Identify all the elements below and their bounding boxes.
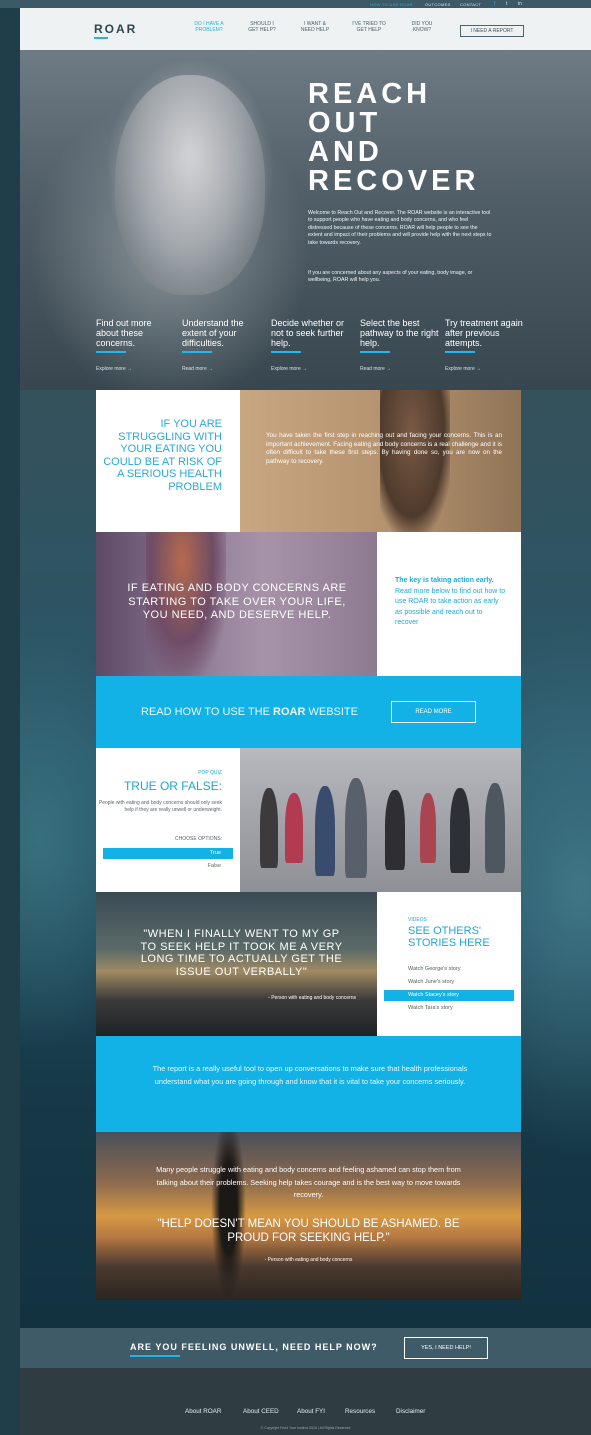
beach-sunset-panel: Many people struggle with eating and bod… xyxy=(96,1132,521,1300)
crowd-figure xyxy=(345,778,367,878)
quiz-tag: POP QUIZ xyxy=(198,770,222,776)
hero-intro-paragraph: Welcome to Reach Out and Recover. The RO… xyxy=(308,210,492,246)
hero-title: REACH OUT AND RECOVER xyxy=(308,78,480,197)
footer: About ROAR About CEED About FYI Resource… xyxy=(20,1368,591,1435)
how-to-use-text: READ HOW TO USE THE ROAR WEBSITE xyxy=(141,706,358,718)
take-action-text: The key is taking action early. Read mor… xyxy=(395,576,507,629)
top-utility-bar: HOW TO USE ROAR OUTCOMES CONTACT f t in xyxy=(0,0,591,8)
pillar-read-more-link[interactable]: Read more → xyxy=(360,366,391,372)
footer-link-about-fyi[interactable]: About FYI xyxy=(297,1408,325,1415)
pillar-underline xyxy=(360,351,390,353)
crowd-figure xyxy=(420,793,436,863)
report-info-text: The report is a really useful tool to op… xyxy=(152,1064,468,1086)
need-help-bar: ARE YOU FEELING UNWELL, NEED HELP NOW? Y… xyxy=(20,1328,591,1368)
footer-link-about-ceed[interactable]: About CEED xyxy=(243,1408,279,1415)
outcomes-link[interactable]: OUTCOMES xyxy=(425,2,451,7)
hero-concern-paragraph: If you are concerned about any aspects o… xyxy=(308,270,473,284)
quiz-question: People with eating and body concerns sho… xyxy=(98,800,222,814)
pillar-find-out-more: Find out more about these concerns. Expl… xyxy=(96,318,152,372)
be-proud-quote: "HELP DOESN'T MEAN YOU SHOULD BE ASHAMED… xyxy=(157,1218,460,1244)
pillar-select-pathway: Select the best pathway to the right hel… xyxy=(360,318,439,372)
contact-link[interactable]: CONTACT xyxy=(460,2,481,7)
quiz-choose-label: CHOOSE OPTIONS: xyxy=(175,836,222,842)
nav-item-did-you-know[interactable]: DID YOU KNOW? xyxy=(396,21,448,33)
video-link-george[interactable]: Watch George's story xyxy=(384,964,514,975)
crowd-figure xyxy=(260,788,278,868)
pillar-underline xyxy=(96,351,126,353)
nav-item-should-i-get-help[interactable]: SHOULD I GET HELP? xyxy=(236,21,288,33)
pop-quiz-panel: POP QUIZ TRUE OR FALSE: People with eati… xyxy=(96,748,240,892)
yes-i-need-help-button[interactable]: YES, I NEED HELP! xyxy=(404,1337,488,1359)
footer-link-resources[interactable]: Resources xyxy=(345,1408,375,1415)
nav-item-ive-tried-to-get-help[interactable]: I'VE TRIED TO GET HELP xyxy=(343,21,395,33)
video-link-june[interactable]: Watch June's story xyxy=(384,977,514,988)
pillar-underline xyxy=(182,351,212,353)
videos-panel: VIDEOS SEE OTHERS' STORIES HERE Watch Ge… xyxy=(377,892,521,1036)
how-to-use-banner: READ HOW TO USE THE ROAR WEBSITE READ MO… xyxy=(96,676,521,748)
crowd-photo xyxy=(240,748,521,892)
take-action-bold: The key is taking action early. xyxy=(395,577,494,584)
pillar-decide-whether: Decide whether or not to seek further he… xyxy=(271,318,345,372)
footer-link-about-roar[interactable]: About ROAR xyxy=(185,1408,221,1415)
take-action-panel: The key is taking action early. Read mor… xyxy=(377,532,521,676)
need-a-report-button[interactable]: I NEED A REPORT xyxy=(460,25,524,37)
pillar-underline xyxy=(445,351,475,353)
logo-underline xyxy=(94,37,108,39)
shame-text: Many people struggle with eating and bod… xyxy=(156,1165,461,1199)
boy-photo-panel: You have taken the first step in reachin… xyxy=(240,390,521,532)
crowd-figure xyxy=(450,788,470,873)
gp-quote: "WHEN I FINALLY WENT TO MY GP TO SEEK HE… xyxy=(140,928,343,978)
roar-logo[interactable]: ROAR xyxy=(94,22,137,36)
pillar-read-more-link[interactable]: Read more → xyxy=(182,366,213,372)
main-nav: ROAR DO I HAVE A PROBLEM? SHOULD I GET HEL… xyxy=(20,8,591,50)
video-link-tara[interactable]: Watch Tara's story xyxy=(384,1003,514,1014)
facebook-icon[interactable]: f xyxy=(494,1,495,7)
copyright-text: © Copyright Feed Your Instinct 2016 | Al… xyxy=(260,1426,351,1430)
report-info-banner: The report is a really useful tool to op… xyxy=(96,1036,521,1132)
take-action-body[interactable]: Read more below to find out how to use R… xyxy=(395,588,505,627)
read-more-button[interactable]: READ MORE xyxy=(391,701,476,723)
quiz-title: TRUE OR FALSE: xyxy=(123,779,222,793)
linkedin-icon[interactable]: in xyxy=(518,1,522,7)
pillar-underline xyxy=(271,351,301,353)
nav-item-do-i-have-a-problem[interactable]: DO I HAVE A PROBLEM? xyxy=(183,21,235,33)
risk-heading: IF YOU ARE STRUGGLING WITH YOUR EATING Y… xyxy=(103,418,222,493)
hero-section: REACH OUT AND RECOVER Welcome to Reach O… xyxy=(20,50,591,390)
footer-link-disclaimer[interactable]: Disclaimer xyxy=(396,1408,425,1415)
pillar-try-treatment: Try treatment again after previous attem… xyxy=(445,318,523,372)
first-step-text: You have taken the first step in reachin… xyxy=(266,432,502,465)
hero-portrait-image xyxy=(115,75,265,295)
crowd-figure xyxy=(285,793,303,863)
pillar-explore-link[interactable]: Explore more → xyxy=(271,366,307,372)
pillar-explore-link[interactable]: Explore more → xyxy=(445,366,481,372)
video-link-stacey[interactable]: Watch Stacey's story xyxy=(384,990,514,1001)
gp-quote-cite: - Person with eating and body concerns xyxy=(268,995,356,1001)
pillar-explore-link[interactable]: Explore more → xyxy=(96,366,132,372)
be-proud-quote-cite: - Person with eating and body concerns xyxy=(264,1257,353,1263)
quiz-option-false[interactable]: False xyxy=(103,861,233,872)
need-help-underline xyxy=(130,1355,180,1357)
crowd-figure xyxy=(385,790,405,870)
quiz-option-true[interactable]: True xyxy=(103,848,233,859)
pillar-understand-extent: Understand the extent of your difficulti… xyxy=(182,318,244,372)
need-help-question: ARE YOU FEELING UNWELL, NEED HELP NOW? xyxy=(130,1342,378,1352)
nav-item-i-want-need-help[interactable]: I WANT & NEED HELP xyxy=(289,21,341,33)
silhouette-figure xyxy=(211,1132,246,1300)
deserve-help-statement: IF EATING AND BODY CONCERNS ARE STARTING… xyxy=(127,582,347,621)
crowd-figure xyxy=(485,783,505,873)
how-to-use-link[interactable]: HOW TO USE ROAR xyxy=(370,2,413,7)
risk-heading-panel: IF YOU ARE STRUGGLING WITH YOUR EATING Y… xyxy=(96,390,240,532)
sunset-silhouette-photo-panel: "WHEN I FINALLY WENT TO MY GP TO SEEK HE… xyxy=(96,892,377,1036)
girl-photo-panel: IF EATING AND BODY CONCERNS ARE STARTING… xyxy=(96,532,377,676)
videos-title: SEE OTHERS' STORIES HERE xyxy=(408,925,490,949)
twitter-icon[interactable]: t xyxy=(506,1,507,7)
crowd-figure xyxy=(315,786,335,876)
videos-tag: VIDEOS xyxy=(408,917,427,923)
